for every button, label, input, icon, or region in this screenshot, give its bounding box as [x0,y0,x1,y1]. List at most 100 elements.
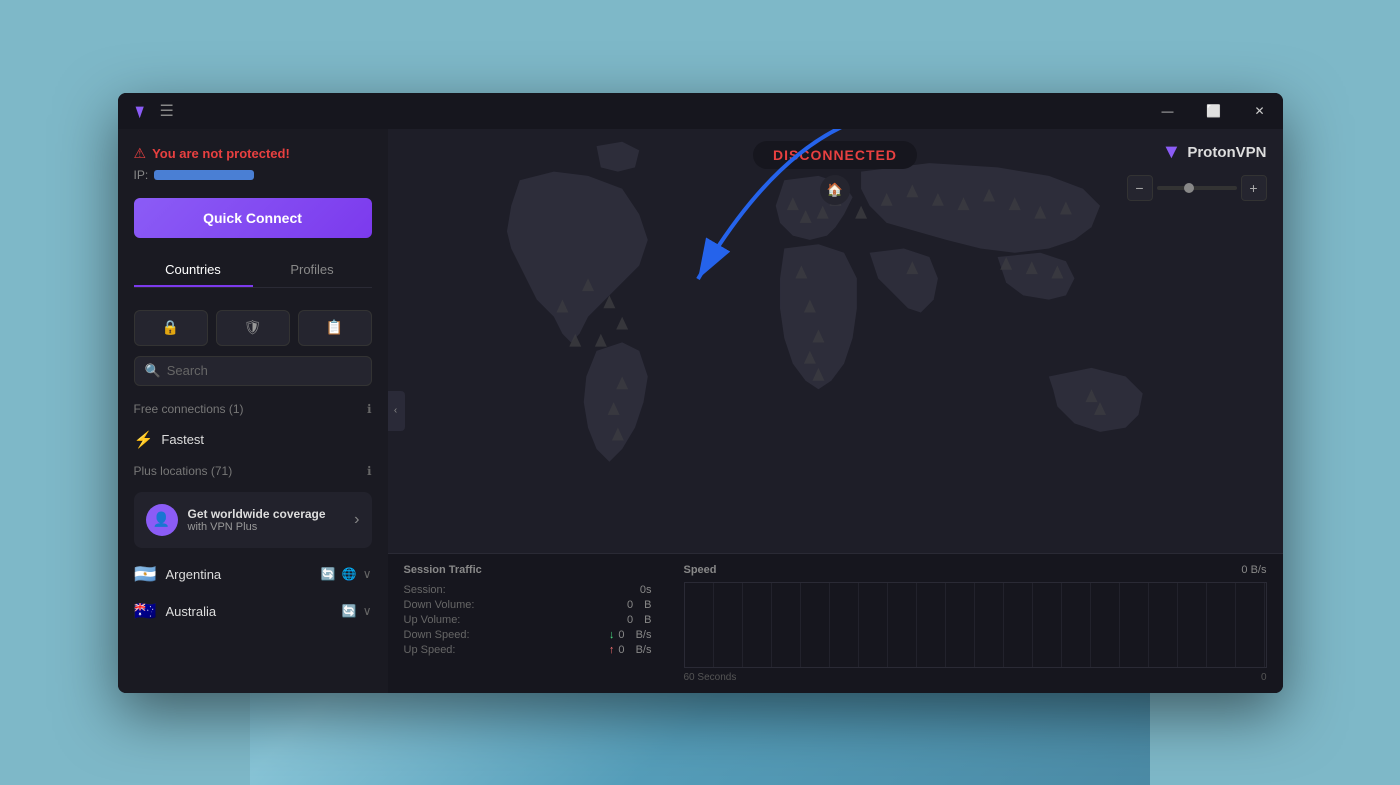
maximize-button[interactable]: ⬜ [1191,93,1237,129]
graph-col-14 [1062,583,1091,667]
up-arrow-icon: ↑ [609,644,615,656]
down-volume-label: Down Volume: [404,599,475,611]
free-connections-header: Free connections (1) ℹ [118,396,388,422]
up-speed-label: Up Speed: [404,644,456,656]
app-icon [130,101,148,121]
ip-label: IP: [134,168,149,182]
expand-icon-au[interactable]: ∨ [363,604,372,618]
graph-col-5 [801,583,830,667]
plus-locations-label: Plus locations (71) [134,464,233,478]
search-icon: 🔍 [145,363,161,379]
plus-locations-header: Plus locations (71) ℹ [118,458,388,484]
app-window: ☰ — ⬜ ✕ ⚠ You are not protected! IP: [118,93,1283,693]
warning-icon: ⚠ [134,145,147,162]
filter-icons: 🔒 🛡 📋 [118,310,388,346]
zoom-controls: − + [1127,175,1267,201]
down-speed-label: Down Speed: [404,629,470,641]
down-volume-value: 0 B [627,599,652,611]
free-connections-info[interactable]: ℹ [367,402,372,416]
graph-col-12 [1004,583,1033,667]
traffic-row-down-speed: Down Speed: ↓ 0 B/s [404,629,652,641]
graph-col-19 [1207,583,1236,667]
ip-value-bar [154,170,254,180]
speed-title: Speed [684,564,717,576]
proton-logo-text: ProtonVPN [1187,144,1266,161]
argentina-name: Argentina [166,567,313,582]
collapse-handle[interactable]: ‹ [388,391,405,431]
bottom-panel: Session Traffic Session: 0s Down Volume:… [388,553,1283,693]
country-list: Free connections (1) ℹ ⚡ Fastest Plus lo… [118,396,388,693]
lock-filter-button[interactable]: 🔒 [134,310,208,346]
argentina-actions: 🔄 🌐 ∨ [321,567,372,581]
session-value: 0s [640,584,652,596]
graph-col-9 [917,583,946,667]
zoom-in-button[interactable]: + [1241,175,1267,201]
quick-connect-button[interactable]: Quick Connect [134,198,372,238]
tab-countries[interactable]: Countries [134,254,253,287]
graph-col-1 [685,583,714,667]
search-box: 🔍 [134,356,372,386]
speed-header: Speed 0 B/s [684,564,1267,576]
country-item-argentina[interactable]: 🇦🇷 Argentina 🔄 🌐 ∨ [118,556,388,593]
plus-banner[interactable]: 👤 Get worldwide coverage with VPN Plus › [134,492,372,548]
expand-icon[interactable]: ∨ [363,567,372,581]
graph-col-18 [1178,583,1207,667]
down-arrow-icon: ↓ [609,629,615,641]
graph-col-3 [743,583,772,667]
country-item-australia[interactable]: 🇦🇺 Australia 🔄 ∨ [118,593,388,630]
reconnect-icon-au[interactable]: 🔄 [342,604,357,618]
graph-col-2 [714,583,743,667]
zoom-slider[interactable] [1157,186,1237,190]
bolt-icon: ⚡ [134,430,154,450]
menu-icon[interactable]: ☰ [160,101,174,121]
fastest-label: Fastest [161,432,204,447]
graph-col-10 [946,583,975,667]
traffic-row-down-volume: Down Volume: 0 B [404,599,652,611]
title-bar: ☰ — ⬜ ✕ [118,93,1283,129]
plus-text: Get worldwide coverage with VPN Plus [188,507,345,533]
graph-col-8 [888,583,917,667]
speed-current-value: 0 B/s [1241,564,1266,576]
graph-col-6 [830,583,859,667]
plus-locations-info[interactable]: ℹ [367,464,372,478]
chevron-right-icon: › [354,511,359,529]
traffic-row-session: Session: 0s [404,584,652,596]
main-content: ⚠ You are not protected! IP: Quick Conne… [118,129,1283,693]
sidebar: ⚠ You are not protected! IP: Quick Conne… [118,129,388,693]
close-button[interactable]: ✕ [1237,93,1283,129]
down-speed-value: ↓ 0 B/s [609,629,652,641]
home-button[interactable]: 🏠 [820,175,850,205]
reconnect-icon[interactable]: 🔄 [321,567,336,581]
up-volume-label: Up Volume: [404,614,461,626]
plus-title: Get worldwide coverage [188,507,345,521]
graph-grid [685,583,1266,667]
traffic-title: Session Traffic [404,564,652,576]
plus-sub: with VPN Plus [188,521,345,533]
fastest-item[interactable]: ⚡ Fastest [118,422,388,458]
traffic-section: Session Traffic Session: 0s Down Volume:… [388,554,668,693]
map-area: ‹ DISCONNECTED 🏠 ▼ ProtonVPN − + [388,129,1283,693]
warning-text: You are not protected! [152,146,290,161]
tabs: Countries Profiles [134,254,372,288]
graph-col-7 [859,583,888,667]
zoom-out-button[interactable]: − [1127,175,1153,201]
title-bar-logo [130,101,148,121]
graph-col-11 [975,583,1004,667]
proton-logo: ▼ ProtonVPN [1162,141,1267,164]
edit-filter-button[interactable]: 📋 [298,310,372,346]
globe-icon[interactable]: 🌐 [342,567,357,581]
free-connections-label: Free connections (1) [134,402,244,416]
graph-value-label: 0 [1261,672,1267,683]
minimize-button[interactable]: — [1145,93,1191,129]
shield-filter-button[interactable]: 🛡 [216,310,290,346]
traffic-row-up-volume: Up Volume: 0 B [404,614,652,626]
australia-name: Australia [166,604,334,619]
ip-row: IP: [134,168,372,182]
speed-section: Speed 0 B/s [668,554,1283,693]
status-warning: ⚠ You are not protected! [134,145,372,162]
search-input[interactable] [167,363,361,378]
map-status-bar: DISCONNECTED 🏠 [753,141,917,205]
tab-profiles[interactable]: Profiles [253,254,372,287]
window-controls: — ⬜ ✕ [1145,93,1283,129]
graph-col-20 [1236,583,1265,667]
